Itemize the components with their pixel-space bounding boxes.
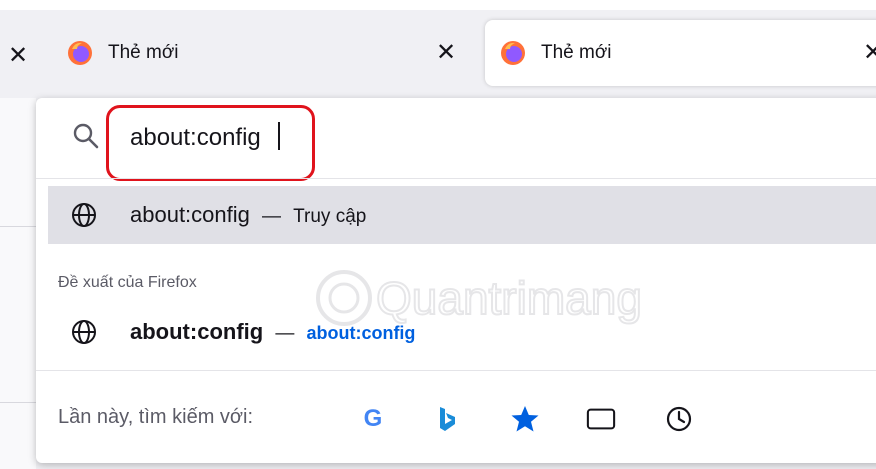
globe-icon — [72, 203, 96, 227]
separator: — — [275, 323, 295, 344]
tab-close-icon[interactable]: ✕ — [863, 41, 876, 65]
tabs-icon[interactable] — [586, 404, 616, 434]
suggestion-text: about:config — about:config — [130, 319, 415, 345]
suggestion-row-selected[interactable]: about:config — Truy cập — [48, 186, 876, 244]
globe-icon — [72, 320, 96, 344]
google-g-glyph: G — [363, 405, 383, 432]
tab-bar: ✕ Thẻ mới ✕ Thẻ mới ✕ — [0, 10, 876, 98]
suggestion-text: about:config — Truy cập — [130, 202, 366, 228]
urlbar-popup: about:config — Truy cập Đề xuất của Fire… — [36, 98, 876, 463]
suggestion-value: about:config — [130, 319, 264, 344]
bing-icon[interactable] — [432, 404, 462, 434]
tab-title: Thẻ mới — [108, 42, 179, 63]
tab-close-icon[interactable]: ✕ — [436, 41, 456, 65]
suggestion-action: Truy cập — [293, 206, 367, 227]
text-caret — [278, 122, 280, 150]
divider — [36, 370, 876, 371]
suggestion-row-firefox[interactable]: about:config — about:config — [48, 304, 876, 360]
firefox-icon — [501, 41, 525, 65]
search-with-label: Lần này, tìm kiếm với: — [58, 406, 254, 428]
previous-tab-close-icon[interactable]: ✕ — [8, 44, 28, 68]
suggestion-url: about:config — [306, 323, 416, 343]
google-icon[interactable]: G — [358, 404, 388, 434]
suggestion-value: about:config — [130, 202, 250, 227]
clock-glyph — [666, 406, 692, 432]
divider — [36, 178, 876, 179]
bookmarks-star-icon[interactable] — [510, 404, 540, 434]
tab-new-tab-1[interactable]: Thẻ mới ✕ — [60, 20, 470, 86]
tabs-glyph — [586, 408, 616, 430]
separator: — — [262, 206, 281, 227]
tab-title: Thẻ mới — [541, 42, 612, 63]
page-background — [0, 98, 36, 469]
window-top-edge — [0, 0, 876, 10]
divider — [0, 226, 36, 227]
firefox-suggest-heading: Đề xuất của Firefox — [58, 274, 197, 291]
history-icon[interactable] — [664, 404, 694, 434]
address-bar-input[interactable] — [130, 120, 300, 156]
search-icon — [73, 123, 99, 149]
star-glyph — [511, 406, 539, 432]
bing-glyph — [440, 407, 455, 431]
firefox-icon — [68, 41, 92, 65]
tab-new-tab-active[interactable]: Thẻ mới ✕ — [485, 20, 876, 86]
divider — [0, 402, 36, 403]
